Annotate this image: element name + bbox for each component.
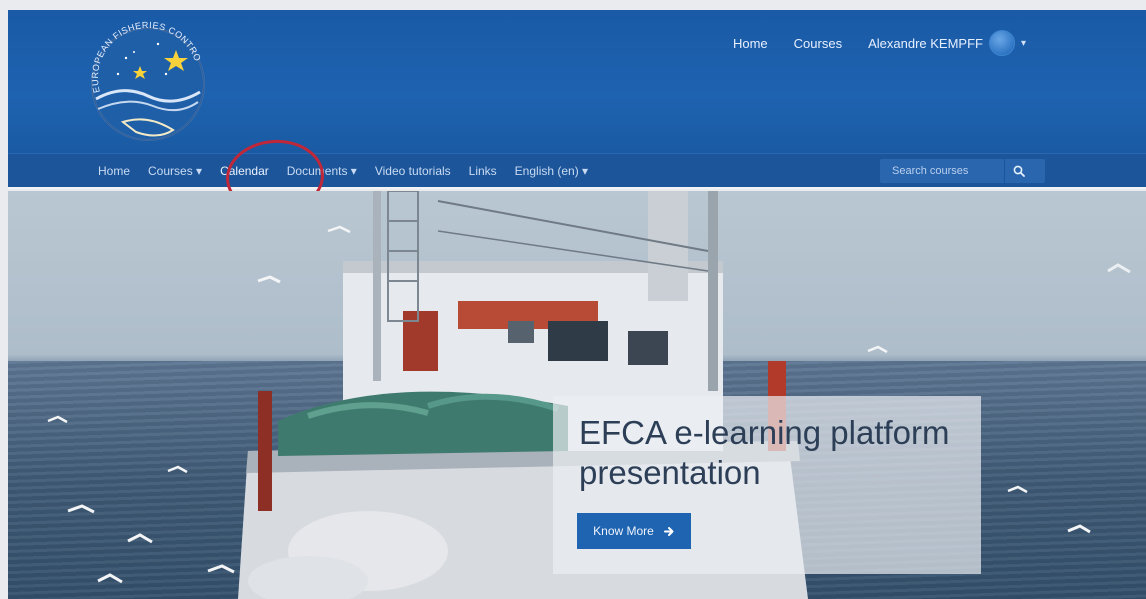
arrow-right-icon — [663, 526, 674, 536]
site-header: EUROPEAN FISHERIES CONTROL AGENCY Home C… — [8, 10, 1146, 153]
nav-item-courses[interactable]: Courses ▾ — [148, 164, 202, 178]
user-menu[interactable]: Alexandre KEMPFF ▾ — [868, 30, 1026, 56]
know-more-button[interactable]: Know More — [577, 513, 691, 549]
hero-banner: EFCA e-learning platform presentation Kn… — [8, 191, 1146, 599]
avatar — [988, 30, 1015, 56]
main-navbar: Home Courses ▾ Calendar Documents ▾ Vide… — [8, 153, 1146, 189]
search-input[interactable] — [880, 165, 1004, 177]
search-icon — [1013, 165, 1025, 177]
know-more-label: Know More — [593, 524, 654, 538]
efca-logo[interactable]: EUROPEAN FISHERIES CONTROL AGENCY — [78, 14, 218, 152]
nav-item-language[interactable]: English (en) ▾ — [515, 164, 588, 178]
nav-item-documents[interactable]: Documents ▾ — [287, 164, 357, 178]
nav-item-video-tutorials[interactable]: Video tutorials — [375, 164, 451, 178]
search-button[interactable] — [1004, 159, 1032, 183]
search-box — [880, 159, 1045, 183]
hero-caption: EFCA e-learning platform presentation Kn… — [553, 396, 981, 574]
chevron-down-icon: ▾ — [1020, 37, 1026, 49]
nav-item-home[interactable]: Home — [98, 164, 130, 178]
top-nav-home[interactable]: Home — [733, 36, 768, 51]
top-nav: Home Courses Alexandre KEMPFF ▾ — [733, 30, 1026, 56]
top-nav-courses[interactable]: Courses — [794, 36, 842, 51]
hero-title: EFCA e-learning platform presentation — [579, 414, 950, 491]
nav-items: Home Courses ▾ Calendar Documents ▾ Vide… — [98, 154, 588, 188]
nav-item-calendar[interactable]: Calendar — [220, 164, 269, 178]
user-name: Alexandre KEMPFF — [868, 35, 983, 51]
nav-item-links[interactable]: Links — [469, 164, 497, 178]
